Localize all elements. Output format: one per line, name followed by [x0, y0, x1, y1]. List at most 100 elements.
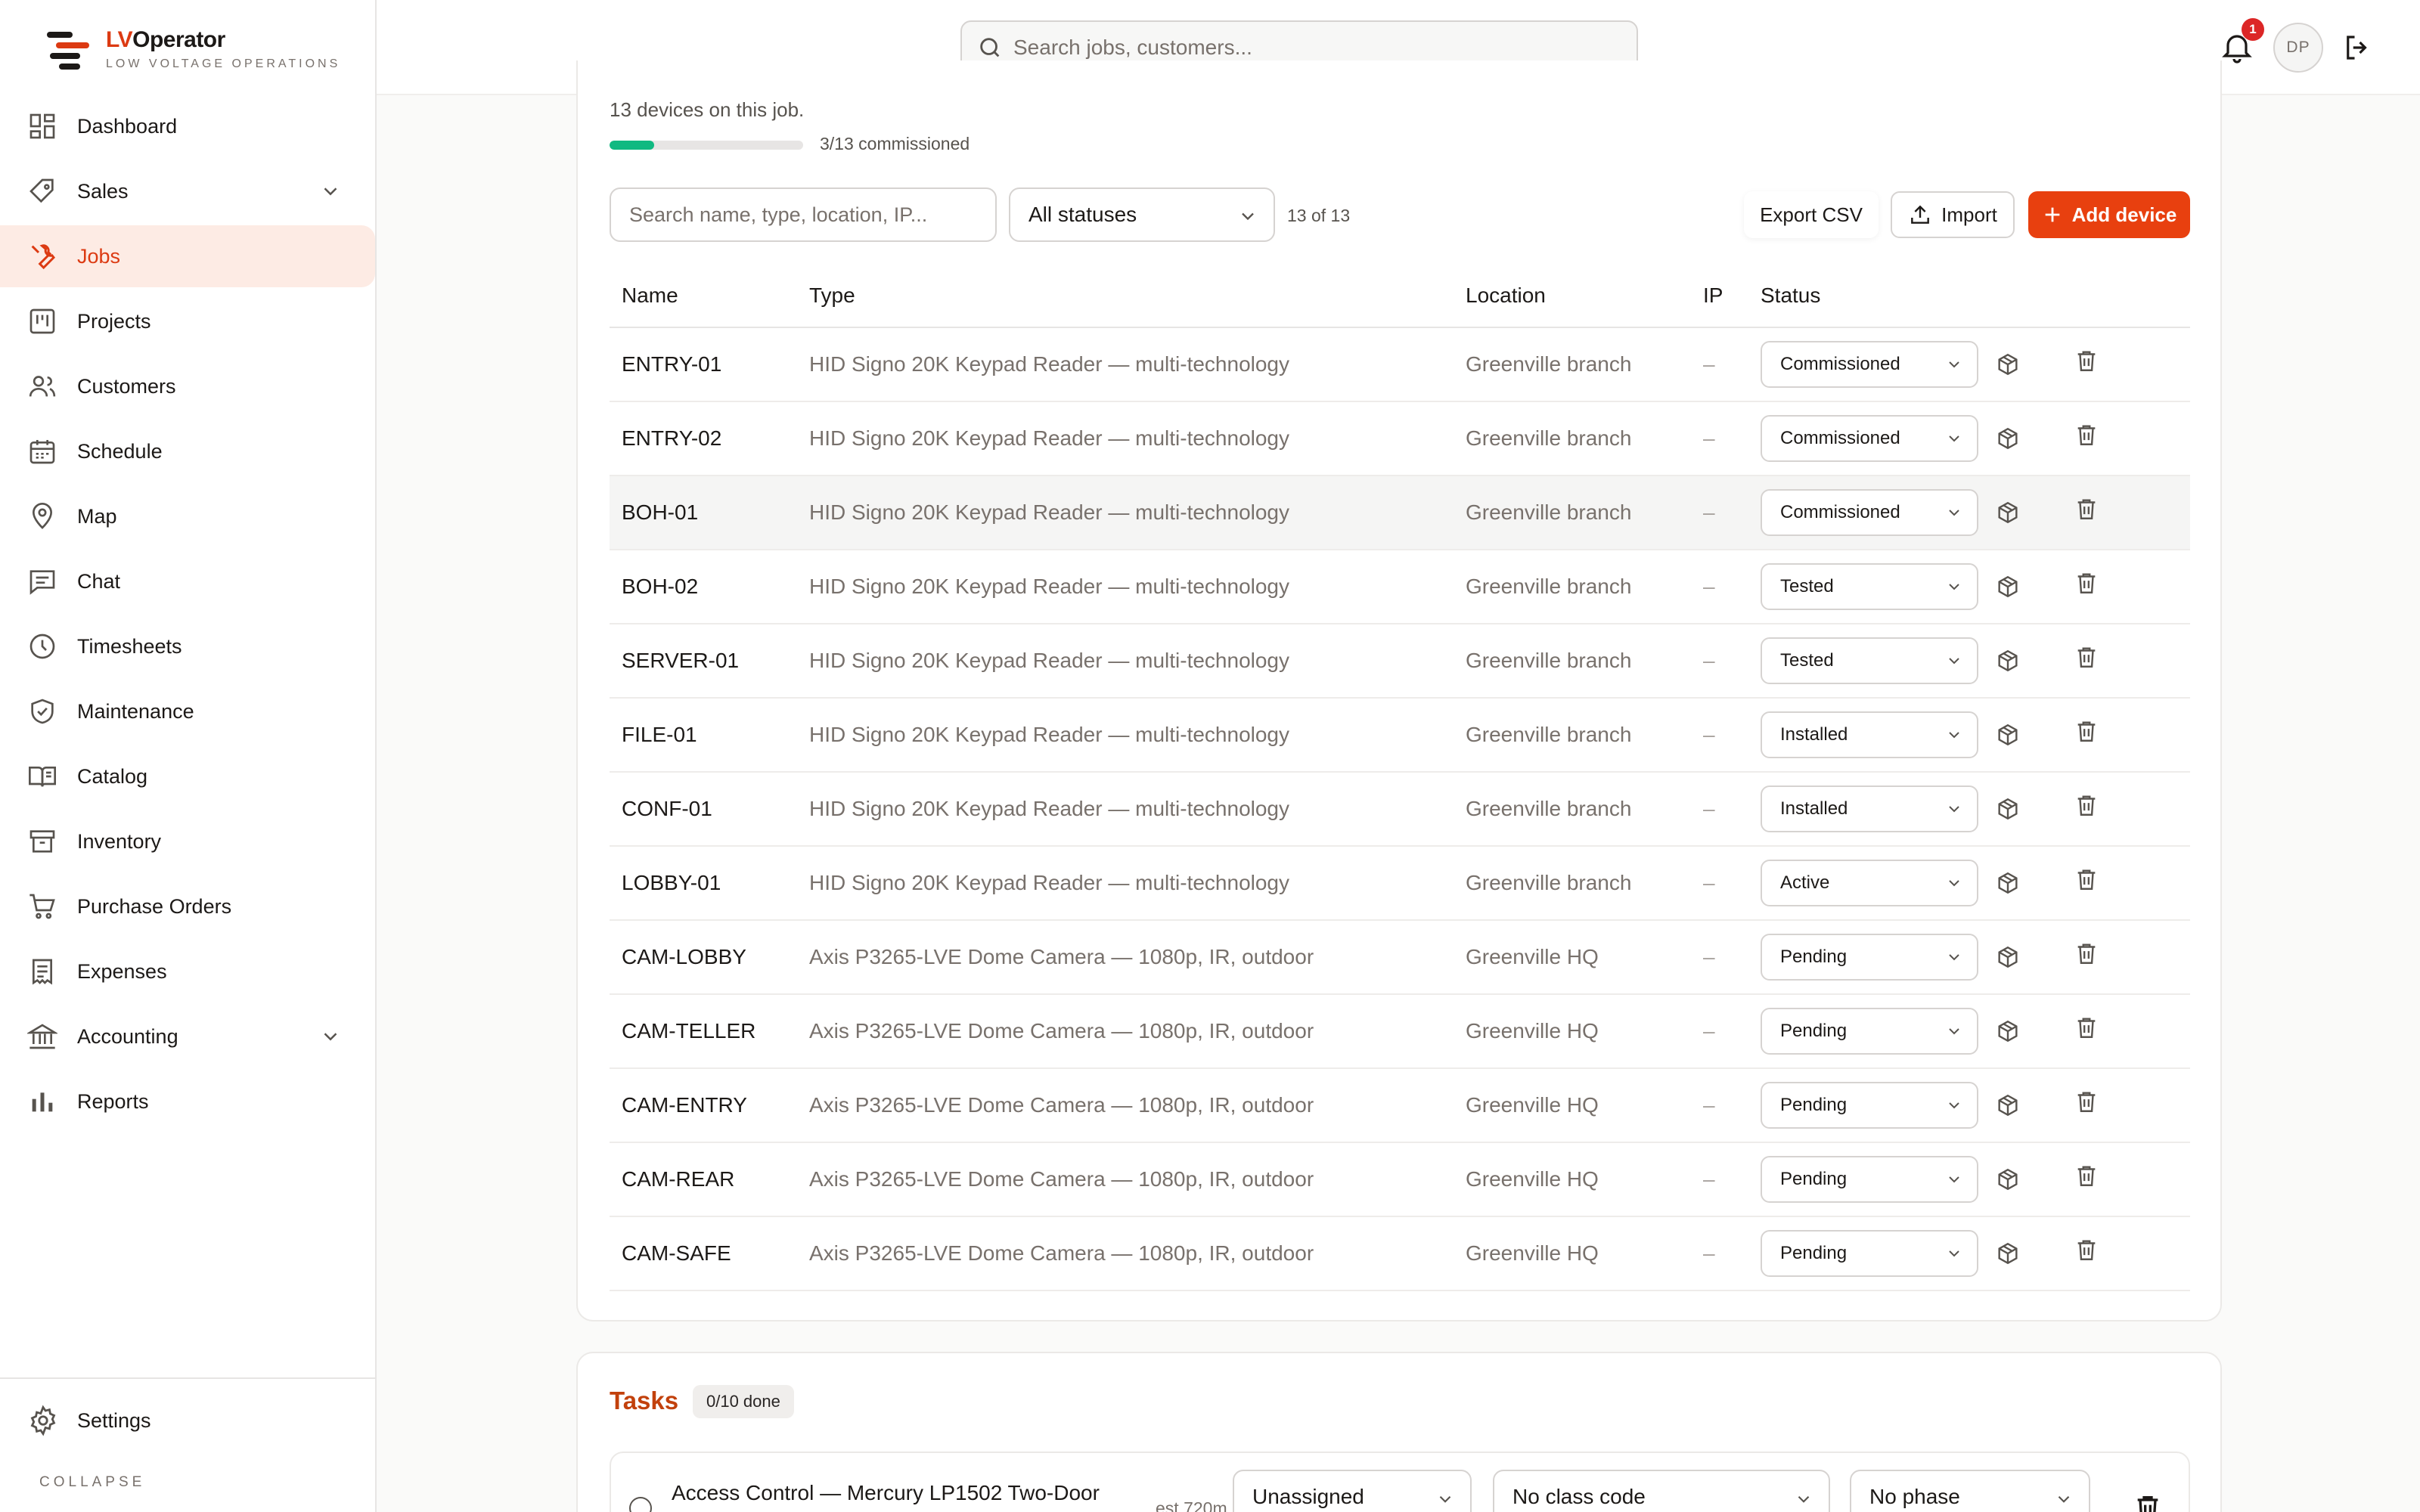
- device-status-select[interactable]: Active: [1761, 860, 1978, 906]
- task-assignee-select[interactable]: Unassigned: [1233, 1470, 1472, 1512]
- trash-icon[interactable]: [2133, 1492, 2163, 1512]
- trash-icon[interactable]: [2074, 718, 2099, 744]
- package-icon[interactable]: [1995, 426, 2021, 451]
- task-row[interactable]: Access Control — Mercury LP1502 Two-Door…: [610, 1452, 2190, 1512]
- table-row[interactable]: CAM-REAR Axis P3265-LVE Dome Camera — 108…: [610, 1143, 2190, 1217]
- package-icon[interactable]: [1995, 796, 2021, 822]
- column-header-name[interactable]: Name: [610, 284, 809, 308]
- collapse-button[interactable]: COLLAPSE: [39, 1474, 145, 1491]
- sidebar-item-timesheets[interactable]: Timesheets: [0, 615, 375, 677]
- device-status-select[interactable]: Commissioned: [1761, 415, 1978, 462]
- package-icon[interactable]: [1995, 1167, 2021, 1192]
- device-status-select[interactable]: Pending: [1761, 1156, 1978, 1203]
- column-header-status[interactable]: Status: [1761, 265, 2114, 327]
- add-device-label: Add device: [2071, 203, 2177, 226]
- column-header-type[interactable]: Type: [809, 284, 1466, 308]
- package-icon[interactable]: [1995, 870, 2021, 896]
- package-icon[interactable]: [1995, 1241, 2021, 1266]
- table-row[interactable]: CAM-LOBBY Axis P3265-LVE Dome Camera — 10…: [610, 921, 2190, 995]
- device-status-select[interactable]: Pending: [1761, 934, 1978, 981]
- tasks-done-badge: 0/10 done: [693, 1385, 794, 1418]
- trash-icon[interactable]: [2074, 1163, 2099, 1188]
- table-row[interactable]: CAM-ENTRY Axis P3265-LVE Dome Camera — 10…: [610, 1069, 2190, 1143]
- sidebar-item-inventory[interactable]: Inventory: [0, 810, 375, 872]
- package-icon[interactable]: [1995, 1018, 2021, 1044]
- import-button[interactable]: Import: [1891, 191, 2015, 238]
- table-row[interactable]: FILE-01 HID Signo 20K Keypad Reader — mul…: [610, 699, 2190, 773]
- sidebar-item-reports[interactable]: Reports: [0, 1070, 375, 1132]
- status-filter-select[interactable]: All statuses: [1009, 187, 1275, 242]
- sidebar-item-accounting[interactable]: Accounting: [0, 1005, 375, 1067]
- add-device-button[interactable]: Add device: [2028, 191, 2190, 238]
- sidebar-item-maintenance[interactable]: Maintenance: [0, 680, 375, 742]
- table-row[interactable]: BOH-01 HID Signo 20K Keypad Reader — mult…: [610, 476, 2190, 550]
- sidebar-item-settings[interactable]: Settings: [0, 1379, 375, 1462]
- table-row[interactable]: CONF-01 HID Signo 20K Keypad Reader — mul…: [610, 773, 2190, 847]
- device-status-select[interactable]: Tested: [1761, 637, 1978, 684]
- task-name[interactable]: Access Control — Mercury LP1502 Two-Door…: [672, 1479, 1125, 1512]
- device-status-select[interactable]: Commissioned: [1761, 341, 1978, 388]
- trash-icon[interactable]: [2074, 422, 2099, 448]
- package-icon[interactable]: [1995, 574, 2021, 600]
- sidebar-item-schedule[interactable]: Schedule: [0, 420, 375, 482]
- table-row[interactable]: CAM-SAFE Axis P3265-LVE Dome Camera — 108…: [610, 1217, 2190, 1291]
- trash-icon[interactable]: [2074, 1015, 2099, 1040]
- package-icon[interactable]: [1995, 648, 2021, 674]
- trash-icon[interactable]: [2074, 1089, 2099, 1114]
- device-search-input[interactable]: [610, 187, 997, 242]
- task-complete-radio[interactable]: [629, 1497, 652, 1512]
- package-icon[interactable]: [1995, 722, 2021, 748]
- device-status-select[interactable]: Installed: [1761, 785, 1978, 832]
- brand-logo[interactable]: LVOperator LOW VOLTAGE OPERATIONS: [45, 23, 340, 76]
- table-row[interactable]: SERVER-01 HID Signo 20K Keypad Reader — m…: [610, 624, 2190, 699]
- trash-icon[interactable]: [2074, 1237, 2099, 1263]
- avatar[interactable]: DP: [2273, 23, 2323, 73]
- device-status-cell: Tested: [1761, 550, 2114, 623]
- device-status-select[interactable]: Pending: [1761, 1082, 1978, 1129]
- trash-icon[interactable]: [2074, 570, 2099, 596]
- chevron-down-icon: [1949, 658, 1959, 665]
- sidebar-item-chat[interactable]: Chat: [0, 550, 375, 612]
- chevron-down-icon[interactable]: [319, 1025, 342, 1048]
- device-status-select[interactable]: Tested: [1761, 563, 1978, 610]
- table-row[interactable]: BOH-02 HID Signo 20K Keypad Reader — mult…: [610, 550, 2190, 624]
- chevron-down-icon[interactable]: [319, 180, 342, 203]
- sidebar-item-projects[interactable]: Projects: [0, 290, 375, 352]
- trash-icon[interactable]: [2074, 496, 2099, 522]
- sidebar-item-customers[interactable]: Customers: [0, 355, 375, 417]
- package-icon[interactable]: [1995, 352, 2021, 377]
- status-filter-value: All statuses: [1028, 203, 1137, 226]
- device-status-select[interactable]: Commissioned: [1761, 489, 1978, 536]
- trash-icon[interactable]: [2074, 348, 2099, 373]
- package-icon[interactable]: [1995, 1092, 2021, 1118]
- devices-table: Name Type Location IP Status ENTRY-01 HID…: [610, 265, 2190, 1291]
- sidebar-item-purchase-orders[interactable]: Purchase Orders: [0, 875, 375, 937]
- package-icon[interactable]: [1995, 500, 2021, 525]
- sidebar-item-expenses[interactable]: Expenses: [0, 940, 375, 1002]
- table-row[interactable]: ENTRY-02 HID Signo 20K Keypad Reader — mu…: [610, 402, 2190, 476]
- trash-icon[interactable]: [2074, 866, 2099, 892]
- column-header-ip[interactable]: IP: [1703, 284, 1761, 308]
- trash-icon[interactable]: [2074, 792, 2099, 818]
- logout-icon[interactable]: [2341, 32, 2373, 64]
- table-row[interactable]: LOBBY-01 HID Signo 20K Keypad Reader — mu…: [610, 847, 2190, 921]
- package-icon[interactable]: [1995, 944, 2021, 970]
- sidebar-item-catalog[interactable]: Catalog: [0, 745, 375, 807]
- device-status-select[interactable]: Pending: [1761, 1230, 1978, 1277]
- trash-icon[interactable]: [2074, 940, 2099, 966]
- device-status-select[interactable]: Installed: [1761, 711, 1978, 758]
- task-phase-select[interactable]: No phase: [1850, 1470, 2090, 1512]
- trash-icon[interactable]: [2074, 644, 2099, 670]
- column-header-location[interactable]: Location: [1466, 284, 1703, 308]
- table-row[interactable]: CAM-TELLER Axis P3265-LVE Dome Camera — 1…: [610, 995, 2190, 1069]
- sidebar-item-jobs[interactable]: Jobs: [0, 225, 375, 287]
- sidebar-item-map[interactable]: Map: [0, 485, 375, 547]
- table-row[interactable]: ENTRY-01 HID Signo 20K Keypad Reader — mu…: [610, 328, 2190, 402]
- sidebar-item-dashboard[interactable]: Dashboard: [0, 95, 375, 157]
- device-status-select[interactable]: Pending: [1761, 1008, 1978, 1055]
- sidebar-item-label: Maintenance: [77, 699, 194, 723]
- sidebar-item-sales[interactable]: Sales: [0, 160, 375, 222]
- global-search-input[interactable]: [1013, 36, 1603, 60]
- task-class-code-select[interactable]: No class code: [1493, 1470, 1830, 1512]
- export-csv-button[interactable]: Export CSV: [1744, 191, 1879, 238]
